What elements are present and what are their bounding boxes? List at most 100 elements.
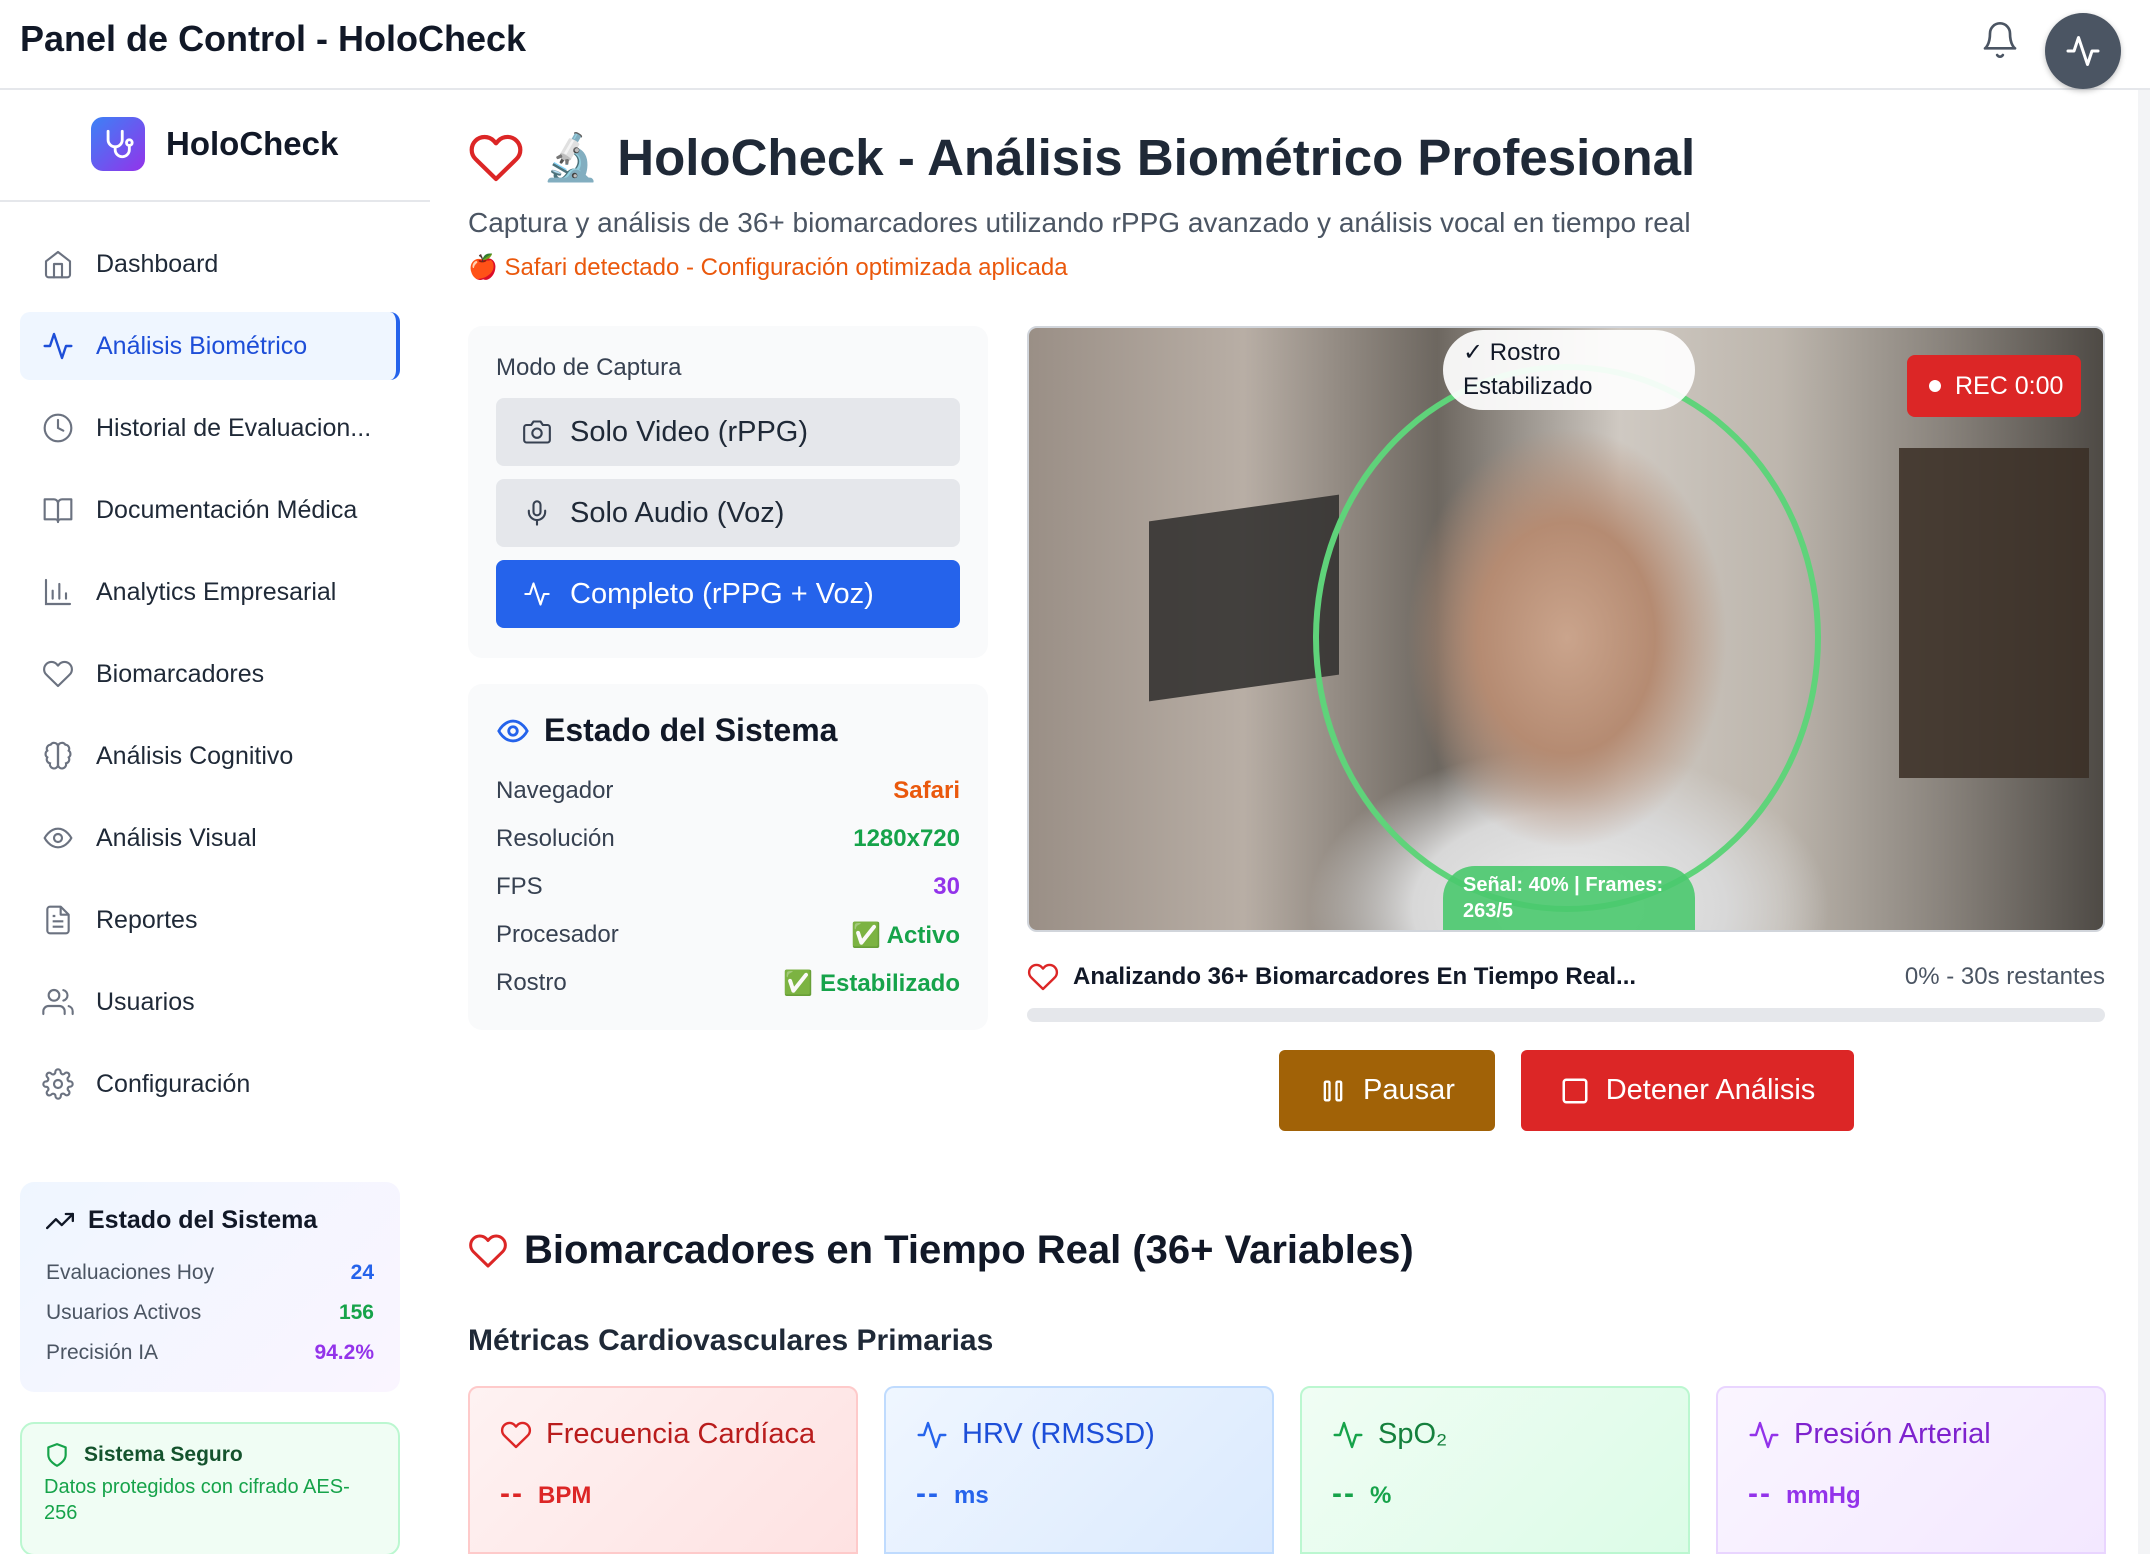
status-row: Resolución 1280x720 (496, 815, 960, 863)
home-icon (40, 246, 76, 282)
eye-icon (497, 719, 529, 742)
sidebar-item-label: Usuarios (96, 987, 195, 1016)
sidebar-nav: Dashboard Análisis Biométrico Historial … (0, 230, 430, 1132)
sidebar-item-cognitivo[interactable]: Análisis Cognitivo (20, 722, 400, 790)
sidebar-item-reportes[interactable]: Reportes (20, 886, 400, 954)
metric-value: -- BPM (500, 1477, 826, 1511)
stop-analysis-button[interactable]: Detener Análisis (1521, 1050, 1854, 1131)
sidebar-item-label: Biomarcadores (96, 659, 265, 688)
clock-icon (40, 410, 76, 446)
users-icon (40, 984, 76, 1020)
metric-card-spo2: SpO₂ --% (1300, 1386, 1690, 1554)
metric-unit: % (1369, 1482, 1392, 1509)
camera-preview: ✓ Rostro Estabilizado REC 0:00 Señal: 40… (1027, 326, 2105, 932)
status-value: Safari (893, 777, 960, 804)
capture-mode-panel: Modo de Captura Solo Video (rPPG) Solo A… (468, 326, 988, 658)
trending-up-icon (46, 1212, 74, 1229)
stethoscope-icon (91, 117, 145, 171)
metric-value: --% (1332, 1477, 1658, 1511)
page-title: Panel de Control - HoloCheck (20, 18, 527, 59)
face-status-tag: ✓ Rostro Estabilizado (1443, 330, 1695, 410)
sidebar-item-documentacion[interactable]: Documentación Médica (20, 476, 400, 544)
heart-icon (1027, 963, 1059, 991)
rec-dot-icon (1929, 380, 1941, 392)
background-shelf (1899, 448, 2089, 778)
mode-complete-button[interactable]: Completo (rPPG + Voz) (496, 560, 960, 628)
microscope-icon: 🔬 (542, 131, 600, 183)
sidebar-item-configuracion[interactable]: Configuración (20, 1050, 400, 1118)
heart-icon (500, 1421, 532, 1448)
metric-label: Presión Arterial (1794, 1418, 1991, 1450)
eye-icon (40, 820, 76, 856)
top-bar: Panel de Control - HoloCheck (0, 0, 2150, 90)
stat-row: Precisión IA 94.2% (46, 1333, 374, 1373)
bell-icon[interactable] (1980, 20, 2020, 60)
main-subtitle: Captura y análisis de 36+ biomarcadores … (468, 207, 1691, 238)
metric-value: -- ms (916, 1477, 1242, 1511)
rec-label: REC 0:00 (1955, 371, 2064, 400)
sidebar-item-label: Analytics Empresarial (96, 577, 337, 606)
stat-label: Evaluaciones Hoy (46, 1261, 215, 1284)
metric-unit: BPM (537, 1482, 592, 1509)
sidebar-item-label: Dashboard (96, 249, 219, 278)
system-status-card: Estado del Sistema Evaluaciones Hoy 24 Us… (20, 1182, 400, 1392)
avatar[interactable] (2045, 13, 2121, 89)
status-label: Resolución (496, 825, 615, 852)
status-row: Navegador Safari (496, 767, 960, 815)
sidebar-item-biomarcadores[interactable]: Biomarcadores (20, 640, 400, 708)
sidebar-item-analytics[interactable]: Analytics Empresarial (20, 558, 400, 626)
status-title: Estado del Sistema (544, 712, 838, 748)
sidebar-item-visual[interactable]: Análisis Visual (20, 804, 400, 872)
system-status-panel: Estado del Sistema Navegador Safari Resol… (468, 684, 988, 1030)
metric-card-hrv: HRV (RMSSD) -- ms (884, 1386, 1274, 1554)
metric-number: -- (916, 1477, 940, 1510)
sidebar-item-analisis-biometrico[interactable]: Análisis Biométrico (20, 312, 400, 380)
status-row: FPS 30 (496, 863, 960, 911)
progress-remaining: 0% - 30s restantes (1904, 963, 2105, 990)
activity-icon (522, 579, 552, 609)
security-text: Datos protegidos con cifrado AES-256 (44, 1476, 350, 1524)
security-title: Sistema Seguro (84, 1443, 243, 1466)
heart-icon (469, 1233, 507, 1267)
main-heading: 🔬 HoloCheck - Análisis Biométrico Profes… (468, 128, 1695, 187)
bar-chart-icon (40, 574, 76, 610)
status-value: 30 (933, 873, 960, 900)
status-row: Rostro ✅ Estabilizado (496, 959, 960, 1007)
mode-video-button[interactable]: Solo Video (rPPG) (496, 398, 960, 466)
metric-value: -- mmHg (1748, 1477, 2074, 1511)
metric-unit: mmHg (1785, 1482, 1861, 1509)
pause-button[interactable]: Pausar (1279, 1050, 1495, 1131)
mic-icon (522, 498, 552, 528)
sidebar: HoloCheck Dashboard Análisis Biométrico … (0, 90, 430, 1554)
metric-label: Frecuencia Cardíaca (546, 1418, 816, 1450)
mode-label: Solo Video (rPPG) (570, 415, 809, 448)
metric-card-blood-pressure: Presión Arterial -- mmHg (1716, 1386, 2106, 1554)
stat-row: Evaluaciones Hoy 24 (46, 1253, 374, 1293)
heart-icon (40, 656, 76, 692)
scrollbar[interactable] (2138, 90, 2150, 1554)
brain-icon (40, 738, 76, 774)
rec-indicator: REC 0:00 (1907, 355, 2081, 417)
heart-icon (469, 134, 523, 181)
metric-number: -- (1748, 1477, 1772, 1510)
biomarkers-heading: Biomarcadores en Tiempo Real (36+ Variab… (468, 1228, 1414, 1273)
mode-label: Completo (rPPG + Voz) (570, 577, 874, 610)
browser-notice: 🍎 Safari detectado - Configuración optim… (468, 254, 1068, 281)
activity-icon (40, 328, 76, 364)
stat-label: Precisión IA (46, 1341, 159, 1364)
stat-label: Usuarios Activos (46, 1301, 202, 1324)
sidebar-item-usuarios[interactable]: Usuarios (20, 968, 400, 1036)
main-title: HoloCheck - Análisis Biométrico Profesio… (617, 129, 1696, 186)
status-value: ✅ Activo (850, 921, 960, 949)
sidebar-item-historial[interactable]: Historial de Evaluacion... (20, 394, 400, 462)
sidebar-item-label: Historial de Evaluacion... (96, 413, 372, 442)
stop-label: Detener Análisis (1605, 1074, 1816, 1106)
status-label: Rostro (496, 969, 567, 996)
pause-label: Pausar (1363, 1074, 1455, 1106)
progress-bar (1027, 1008, 2105, 1022)
stat-value: 94.2% (314, 1341, 374, 1364)
activity-icon (2066, 36, 2100, 66)
mode-audio-button[interactable]: Solo Audio (Voz) (496, 479, 960, 547)
sidebar-item-dashboard[interactable]: Dashboard (20, 230, 400, 298)
book-icon (40, 492, 76, 528)
